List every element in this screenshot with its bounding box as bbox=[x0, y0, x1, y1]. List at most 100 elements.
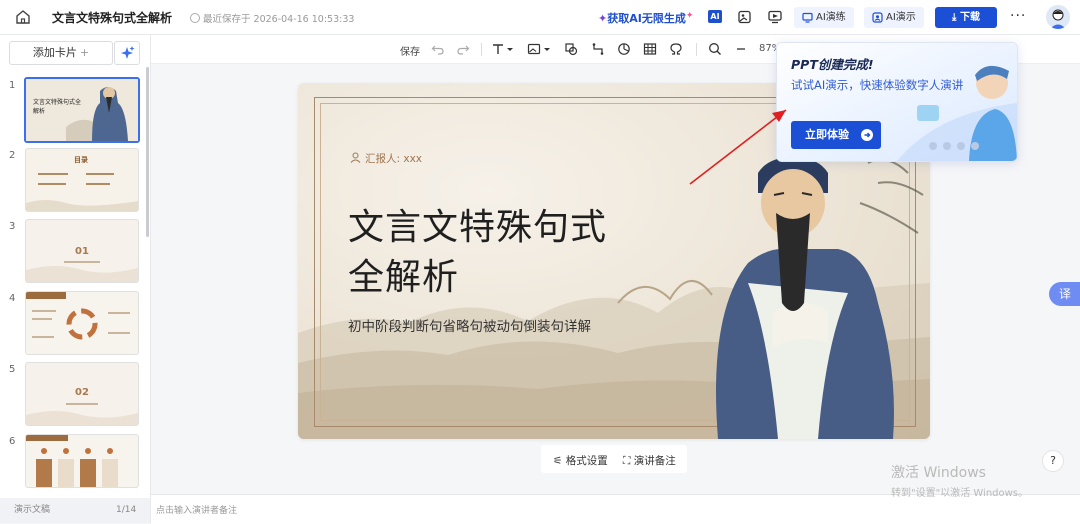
top-bar: 文言文特殊句式全解析 最近保存于 2026-04-16 10:53:33 ✦获取… bbox=[0, 0, 1080, 35]
translate-button[interactable]: 译 bbox=[1049, 282, 1080, 306]
slide-thumbnail-row[interactable]: 5 02 bbox=[0, 362, 145, 428]
save-status-text: 最近保存于 2026-04-16 10:53:33 bbox=[203, 14, 355, 25]
footer-label: 演示文稿 bbox=[14, 505, 51, 515]
more-menu-button[interactable]: ··· bbox=[1010, 8, 1026, 24]
slide-actions-bar: ⚟ 格式设置 ⛶ 演讲备注 bbox=[541, 445, 687, 473]
shape-icon[interactable] bbox=[564, 42, 578, 56]
ai-present-label: AI演示 bbox=[886, 12, 916, 23]
slide-thumbnail[interactable]: 02 bbox=[25, 362, 139, 426]
save-button[interactable]: 保存 bbox=[400, 43, 420, 58]
arrow-right-icon bbox=[861, 129, 873, 141]
connector-icon[interactable] bbox=[591, 42, 605, 56]
slide-count: 1/14 bbox=[116, 505, 137, 515]
text-icon[interactable] bbox=[491, 42, 505, 56]
slide-thumbnail-title: 目录 bbox=[74, 156, 88, 164]
popup-title: PPT创建完成! bbox=[791, 57, 874, 72]
slides-panel: 添加卡片 + 1 文言文特殊句式全解析 2 目录 3 01 4 5 02 6 演… bbox=[0, 35, 151, 523]
popup-subtitle: 试试AI演示，快速体验数字人演讲 bbox=[791, 78, 964, 92]
monitor-icon bbox=[802, 12, 813, 23]
plus-icon: + bbox=[79, 46, 90, 59]
speaker-notes-label: 演讲备注 bbox=[633, 455, 676, 467]
slide-thumbnail[interactable]: 目录 bbox=[25, 148, 139, 212]
slide-title[interactable]: 文言文特殊句式 全解析 bbox=[348, 203, 607, 303]
slide-number: 3 bbox=[9, 221, 16, 232]
slide-thumbnail-title: 01 bbox=[75, 246, 89, 257]
slide-number: 1 bbox=[9, 80, 16, 91]
slide-thumbnail-row[interactable]: 6 bbox=[0, 434, 145, 500]
presenter-text: 汇报人: xxx bbox=[365, 153, 423, 165]
slide-thumbnail-title: 文言文特殊句式全解析 bbox=[33, 99, 82, 115]
save-status: 最近保存于 2026-04-16 10:53:33 bbox=[190, 11, 354, 25]
present-screen-icon[interactable] bbox=[767, 9, 783, 25]
presenter-line[interactable]: 汇报人: xxx bbox=[350, 151, 422, 166]
speaker-notes-input[interactable]: 点击输入演讲者备注 bbox=[156, 503, 237, 516]
promo-link[interactable]: ✦获取AI无限生成✦ bbox=[598, 10, 693, 26]
user-avatar[interactable] bbox=[1046, 5, 1070, 29]
notes-icon: ⛶ bbox=[623, 455, 631, 467]
redo-icon[interactable] bbox=[456, 42, 470, 56]
document-title[interactable]: 文言文特殊句式全解析 bbox=[52, 9, 172, 26]
sparkle-icon bbox=[121, 46, 135, 59]
promo-text: 获取AI无限生成 bbox=[607, 12, 686, 25]
slide-thumbnail[interactable] bbox=[25, 434, 139, 488]
try-now-label: 立即体验 bbox=[805, 128, 849, 141]
ai-practice-button[interactable]: AI演练 bbox=[794, 7, 854, 28]
star-icon: ✦ bbox=[685, 11, 694, 21]
user-avatar-icon bbox=[1050, 9, 1066, 29]
add-card-button[interactable]: 添加卡片 + bbox=[9, 41, 113, 65]
slide-preview-image bbox=[26, 292, 130, 340]
slide-thumbnail-row[interactable]: 2 目录 bbox=[0, 148, 145, 214]
slide-thumbnail[interactable]: 01 bbox=[25, 219, 139, 283]
slide-thumbnail-title: 02 bbox=[75, 387, 89, 398]
slide-thumbnail[interactable] bbox=[25, 291, 139, 355]
slide-title-line-2: 全解析 bbox=[348, 257, 460, 298]
slide-thumbnail-row[interactable]: 3 01 bbox=[0, 219, 145, 285]
chart-icon[interactable] bbox=[617, 42, 631, 56]
toolbar-divider bbox=[481, 43, 482, 56]
sparkle-icon: ✦ bbox=[598, 12, 608, 25]
slide-number: 5 bbox=[9, 364, 16, 375]
watermark-line-1: 激活 Windows bbox=[891, 465, 986, 481]
speaker-notes-button[interactable]: ⛶ 演讲备注 bbox=[623, 453, 676, 468]
check-icon bbox=[190, 13, 200, 23]
format-settings-label: 格式设置 bbox=[565, 455, 608, 467]
slide-thumbnail-row[interactable]: 4 bbox=[0, 291, 145, 357]
download-button[interactable]: ⤓ 下载 bbox=[935, 7, 997, 28]
search-icon[interactable] bbox=[708, 42, 722, 56]
slide-number: 4 bbox=[9, 293, 16, 304]
zoom-out-icon[interactable] bbox=[734, 42, 748, 56]
symbol-icon[interactable] bbox=[669, 42, 683, 56]
settings-icon: ⚟ bbox=[553, 455, 563, 467]
slide-thumbnail-row[interactable]: 1 文言文特殊句式全解析 bbox=[0, 77, 145, 144]
slide-number: 6 bbox=[9, 436, 16, 447]
ppt-created-popup: PPT创建完成! 试试AI演示，快速体验数字人演讲 立即体验 bbox=[776, 42, 1018, 162]
ai-practice-label: AI演练 bbox=[816, 12, 846, 23]
slide-preview-image bbox=[26, 435, 118, 487]
slide-thumbnail[interactable]: 文言文特殊句式全解析 bbox=[24, 77, 140, 143]
slide-subtitle[interactable]: 初中阶段判断句省略句被动句倒装句详解 bbox=[348, 315, 591, 335]
undo-icon[interactable] bbox=[431, 42, 445, 56]
slide-number: 2 bbox=[9, 150, 16, 161]
help-button[interactable]: ? bbox=[1042, 450, 1064, 472]
image-edit-icon[interactable] bbox=[737, 9, 753, 25]
format-settings-button[interactable]: ⚟ 格式设置 bbox=[553, 453, 608, 468]
ai-magic-button[interactable] bbox=[114, 41, 140, 65]
confucius-illustration bbox=[716, 157, 924, 439]
windows-activation-watermark: 激活 Windows 转到"设置"以激活 Windows。 bbox=[891, 462, 1028, 499]
image-icon[interactable] bbox=[527, 42, 541, 56]
scrollbar-thumb[interactable] bbox=[146, 67, 149, 237]
toolbar-divider bbox=[696, 43, 697, 56]
chevron-down-icon[interactable] bbox=[506, 42, 514, 56]
try-now-button[interactable]: 立即体验 bbox=[791, 121, 881, 149]
watermark-line-2: 转到"设置"以激活 Windows。 bbox=[891, 488, 1029, 499]
chevron-down-icon[interactable] bbox=[543, 42, 551, 56]
ai-present-button[interactable]: AI演示 bbox=[864, 7, 924, 28]
table-icon[interactable] bbox=[643, 42, 657, 56]
download-icon: ⤓ bbox=[952, 12, 957, 23]
person-icon bbox=[350, 152, 361, 163]
avatar-screen-icon bbox=[872, 12, 883, 23]
add-card-label: 添加卡片 bbox=[32, 46, 77, 59]
slide-title-line-1: 文言文特殊句式 bbox=[348, 207, 608, 248]
home-icon[interactable] bbox=[14, 8, 32, 26]
ai-badge-icon[interactable]: AI bbox=[708, 10, 722, 23]
